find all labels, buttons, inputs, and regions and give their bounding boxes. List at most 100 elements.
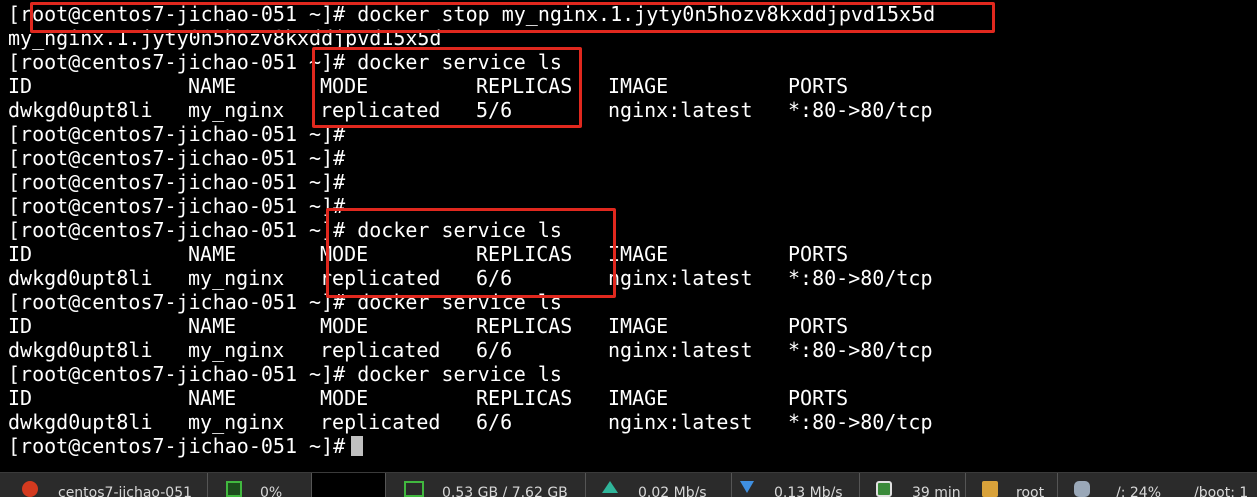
table-cell: my_nginx [188, 266, 285, 290]
shell-prompt: [root@centos7-jichao-051 ~]# [8, 362, 346, 386]
table-cell: *:80->80/tcp [788, 338, 933, 362]
shell-command: docker service ls [357, 290, 562, 314]
user-value: root [1016, 485, 1045, 497]
table-cell: REPLICAS [476, 386, 573, 410]
memory-icon [404, 481, 424, 497]
user-icon [982, 481, 998, 497]
table-cell: dwkgd0upt8li [8, 410, 153, 434]
table-cell: ID [8, 74, 33, 98]
status-host[interactable]: centos7-jichao-051 [0, 473, 208, 497]
clock-icon [876, 481, 892, 497]
upload-arrow-icon [602, 481, 618, 493]
table-cell: NAME [188, 314, 237, 338]
status-user: root [966, 473, 1058, 497]
table-cell: IMAGE [608, 74, 669, 98]
status-disk: /: 24% /boot: 1 [1058, 473, 1257, 497]
table-cell: replicated [320, 410, 441, 434]
table-cell: ID [8, 314, 33, 338]
disk-boot-value: /boot: 1 [1194, 485, 1249, 497]
table-cell: 5/6 [476, 98, 513, 122]
terminal-window[interactable]: [root@centos7-jichao-051 ~]# docker stop… [0, 0, 1257, 472]
shell-prompt: [root@centos7-jichao-051 ~]# [8, 218, 346, 242]
shell-prompt: [root@centos7-jichao-051 ~]# [8, 194, 346, 218]
table-cell: IMAGE [608, 386, 669, 410]
table-cell: NAME [188, 242, 237, 266]
table-cell: replicated [320, 338, 441, 362]
status-download: 0.13 Mb/s [732, 473, 860, 497]
table-cell: IMAGE [608, 242, 669, 266]
shell-command: docker service ls [357, 362, 562, 386]
table-cell: IMAGE [608, 314, 669, 338]
shell-prompt: [root@centos7-jichao-051 ~]# [8, 146, 346, 170]
prompt-line: [root@centos7-jichao-051 ~]# docker serv… [8, 290, 562, 314]
table-cell: ID [8, 242, 33, 266]
table-cell: my_nginx [188, 410, 285, 434]
cpu-graph [312, 473, 386, 497]
status-cpu: 0% [208, 473, 312, 497]
shell-prompt: [root@centos7-jichao-051 ~]# [8, 434, 346, 458]
table-cell: PORTS [788, 74, 849, 98]
table-cell: *:80->80/tcp [788, 410, 933, 434]
table-cell: nginx:latest [608, 266, 753, 290]
table-cell: PORTS [788, 242, 849, 266]
prompt-line: [root@centos7-jichao-051 ~]# docker serv… [8, 362, 562, 386]
table-cell: REPLICAS [476, 242, 573, 266]
table-cell: replicated [320, 266, 441, 290]
shell-command: docker stop my_nginx.1.jyty0n5hozv8kxddj… [357, 2, 936, 26]
table-cell: 6/6 [476, 266, 513, 290]
table-cell: replicated [320, 98, 441, 122]
status-bar: centos7-jichao-051 0% 0.53 GB / 7.62 GB … [0, 472, 1257, 497]
table-cell: REPLICAS [476, 314, 573, 338]
shell-prompt: [root@centos7-jichao-051 ~]# [8, 170, 346, 194]
table-cell: 6/6 [476, 338, 513, 362]
text-cursor[interactable] [351, 436, 364, 456]
table-cell: MODE [320, 242, 369, 266]
prompt-line: [root@centos7-jichao-051 ~]# [8, 170, 345, 194]
shell-command: docker service ls [357, 50, 562, 74]
cpu-value: 0% [260, 485, 283, 497]
prompt-line: [root@centos7-jichao-051 ~]# docker stop… [8, 2, 935, 26]
status-uptime: 39 min [860, 473, 966, 497]
output-line: my_nginx.1.jyty0n5hozv8kxddjpvd15x5d [8, 26, 442, 50]
prompt-line: [root@centos7-jichao-051 ~]# [8, 122, 345, 146]
prompt-line: [root@centos7-jichao-051 ~]# docker serv… [8, 218, 562, 242]
table-cell: NAME [188, 386, 237, 410]
prompt-line: [root@centos7-jichao-051 ~]# [8, 194, 345, 218]
uptime-value: 39 min [912, 485, 961, 497]
table-cell: MODE [320, 386, 369, 410]
terminal-host-icon [22, 481, 38, 497]
table-cell: NAME [188, 74, 237, 98]
table-cell: my_nginx [188, 338, 285, 362]
memory-value: 0.53 GB / 7.62 GB [442, 485, 568, 497]
shell-command: docker service ls [357, 218, 562, 242]
table-cell: 6/6 [476, 410, 513, 434]
shell-prompt: [root@centos7-jichao-051 ~]# [8, 50, 346, 74]
table-cell: PORTS [788, 314, 849, 338]
table-cell: dwkgd0upt8li [8, 338, 153, 362]
table-cell: MODE [320, 74, 369, 98]
download-arrow-icon [740, 481, 754, 493]
prompt-line: [root@centos7-jichao-051 ~]# [8, 434, 364, 458]
table-cell: dwkgd0upt8li [8, 266, 153, 290]
status-upload: 0.02 Mb/s [586, 473, 732, 497]
disk-root-value: /: 24% [1116, 485, 1162, 497]
cpu-icon [226, 481, 242, 497]
shell-prompt: [root@centos7-jichao-051 ~]# [8, 122, 346, 146]
table-cell: PORTS [788, 386, 849, 410]
table-cell: *:80->80/tcp [788, 266, 933, 290]
status-memory: 0.53 GB / 7.62 GB [386, 473, 586, 497]
table-cell: my_nginx [188, 98, 285, 122]
upload-value: 0.02 Mb/s [638, 485, 707, 497]
table-cell: *:80->80/tcp [788, 98, 933, 122]
table-cell: nginx:latest [608, 98, 753, 122]
table-cell: REPLICAS [476, 74, 573, 98]
table-cell: MODE [320, 314, 369, 338]
table-cell: nginx:latest [608, 338, 753, 362]
status-host-label: centos7-jichao-051 [58, 485, 193, 497]
prompt-line: [root@centos7-jichao-051 ~]# [8, 146, 345, 170]
download-value: 0.13 Mb/s [774, 485, 843, 497]
table-cell: dwkgd0upt8li [8, 98, 153, 122]
prompt-line: [root@centos7-jichao-051 ~]# docker serv… [8, 50, 562, 74]
table-cell: ID [8, 386, 33, 410]
shell-prompt: [root@centos7-jichao-051 ~]# [8, 2, 346, 26]
